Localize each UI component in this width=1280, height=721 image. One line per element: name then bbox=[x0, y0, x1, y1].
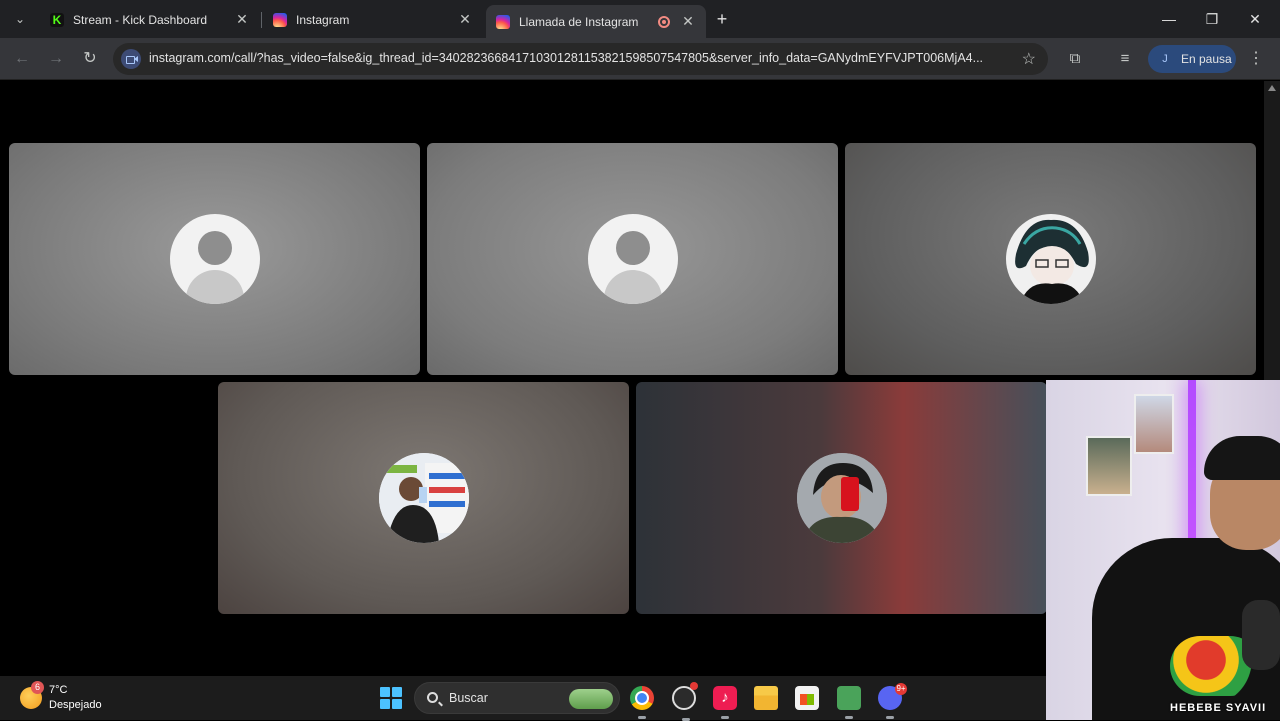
reload-icon[interactable]: ↻ bbox=[78, 47, 102, 71]
close-icon[interactable]: ✕ bbox=[234, 11, 250, 28]
minimize-icon[interactable]: — bbox=[1154, 8, 1184, 30]
default-avatar-icon bbox=[169, 214, 260, 304]
file-explorer-icon[interactable] bbox=[754, 686, 778, 710]
shirt-logo-text: HEBEBE SYAVII bbox=[1170, 702, 1267, 714]
media-controls-icon[interactable]: ≡ bbox=[1114, 48, 1136, 70]
streamer-cap bbox=[1204, 436, 1280, 480]
back-arrow-icon[interactable]: ← bbox=[10, 47, 34, 71]
window-close-icon[interactable]: ✕ bbox=[1240, 8, 1270, 30]
anime-avatar bbox=[1005, 214, 1096, 304]
browser-toolbar: ← → ↻ instagram.com/call/?has_video=fals… bbox=[0, 38, 1280, 80]
recording-icon bbox=[658, 15, 670, 28]
obs-recording-dot bbox=[690, 682, 698, 690]
tab-llamada-instagram[interactable]: Llamada de Instagram ✕ bbox=[486, 5, 706, 38]
profile-avatar: J bbox=[1156, 50, 1174, 68]
close-icon[interactable]: ✕ bbox=[680, 13, 696, 30]
tab-title: Instagram bbox=[296, 12, 350, 27]
microsoft-store-icon[interactable] bbox=[795, 686, 819, 710]
taskbar-search[interactable]: Buscar bbox=[414, 682, 620, 714]
instagram-icon bbox=[273, 12, 287, 27]
profile-status: En pausa bbox=[1181, 52, 1232, 66]
tab-separator bbox=[261, 12, 262, 28]
microphone bbox=[1242, 600, 1280, 670]
tiktok-icon[interactable]: ♪ bbox=[713, 686, 737, 719]
streamer-webcam-overlay: HEBEBE SYAVII bbox=[1046, 380, 1280, 720]
chrome-icon[interactable] bbox=[630, 686, 654, 719]
kick-icon: K bbox=[50, 12, 64, 27]
tab-kick-dashboard[interactable]: K Stream - Kick Dashboard ✕ bbox=[40, 5, 260, 34]
app-launcher-icon[interactable] bbox=[837, 686, 861, 719]
participant-tile[interactable] bbox=[427, 143, 838, 375]
participant-tile[interactable] bbox=[9, 143, 420, 375]
wall-poster bbox=[1086, 436, 1132, 496]
tab-search-chevron-icon[interactable]: ⌄ bbox=[8, 8, 32, 30]
video-camera-icon[interactable] bbox=[121, 49, 141, 69]
photo-avatar-phone bbox=[796, 453, 887, 543]
weather-badge: 6 bbox=[31, 681, 44, 694]
wall-poster bbox=[1134, 394, 1174, 454]
weather-temp[interactable]: 7°C bbox=[49, 684, 67, 696]
tab-title: Llamada de Instagram bbox=[519, 14, 639, 29]
bookmark-star-icon[interactable]: ☆ bbox=[1022, 49, 1036, 69]
url-text[interactable]: instagram.com/call/?has_video=false&ig_t… bbox=[149, 51, 1009, 65]
address-bar[interactable]: instagram.com/call/?has_video=false&ig_t… bbox=[113, 43, 1048, 75]
extensions-puzzle-icon[interactable]: ⧉ bbox=[1064, 48, 1086, 70]
participant-tile[interactable] bbox=[845, 143, 1256, 375]
close-icon[interactable]: ✕ bbox=[457, 11, 473, 28]
participant-tile[interactable] bbox=[218, 382, 629, 614]
default-avatar-icon bbox=[587, 214, 678, 304]
tab-title: Stream - Kick Dashboard bbox=[73, 12, 208, 27]
windows-start-icon[interactable] bbox=[380, 687, 402, 709]
forward-arrow-icon[interactable]: → bbox=[44, 47, 68, 71]
instagram-icon bbox=[496, 14, 510, 29]
profile-button[interactable]: J En pausa bbox=[1148, 45, 1236, 73]
search-label: Buscar bbox=[449, 691, 488, 705]
restore-icon[interactable]: ❐ bbox=[1197, 8, 1227, 30]
tab-strip: ⌄ K Stream - Kick Dashboard ✕ Instagram … bbox=[0, 0, 1280, 38]
tiktok-glyph: ♪ bbox=[721, 689, 729, 706]
participant-tile[interactable] bbox=[636, 382, 1047, 614]
new-tab-button[interactable]: + bbox=[713, 9, 731, 29]
photo-avatar-store bbox=[378, 453, 469, 543]
scroll-up-arrow-icon[interactable] bbox=[1268, 85, 1276, 91]
tab-instagram[interactable]: Instagram ✕ bbox=[263, 5, 483, 34]
menu-kebab-icon[interactable]: ⋮ bbox=[1248, 48, 1264, 68]
weather-desc[interactable]: Despejado bbox=[49, 699, 102, 711]
discord-badge: 9+ bbox=[895, 683, 907, 695]
search-icon bbox=[427, 692, 438, 703]
search-highlight-icon bbox=[569, 689, 613, 709]
windows-taskbar: 6 7°C Despejado Buscar ♪ bbox=[0, 676, 1046, 721]
